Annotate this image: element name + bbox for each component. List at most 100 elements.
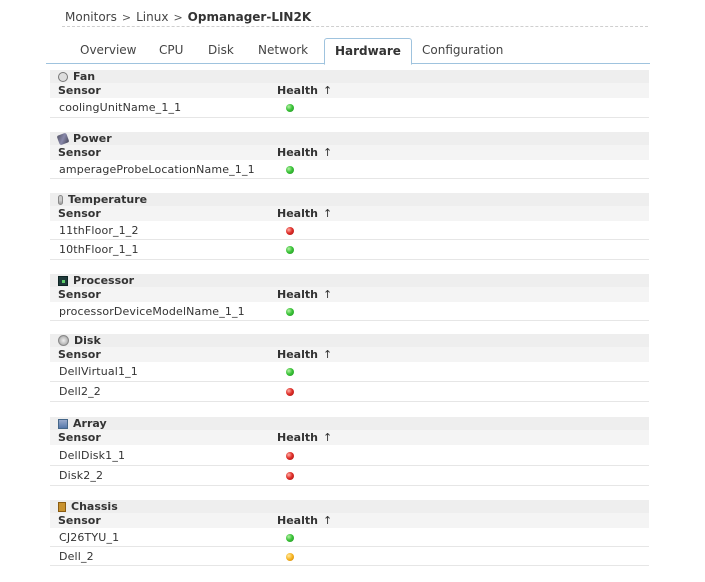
breadcrumb-divider [62,26,648,27]
section-title: Processor [50,274,649,287]
section-title: Array [50,417,649,430]
sensor-name[interactable]: 11thFloor_1_2 [59,224,139,237]
section-title-label: Disk [74,334,101,347]
power-icon [56,132,70,145]
sensor-row: amperageProbeLocationName_1_1 [50,160,649,179]
section-array: Array Sensor Health ↑ DellDisk1_1 Disk2_2 [50,417,649,486]
sensor-column-header[interactable]: Sensor [58,514,101,527]
sensor-name[interactable]: amperageProbeLocationName_1_1 [59,163,255,176]
sensor-row: coolingUnitName_1_1 [50,98,649,118]
column-header-row: Sensor Health ↑ [50,145,649,160]
sort-ascending-icon: ↑ [322,84,333,97]
section-title: Disk [50,334,649,347]
sort-ascending-icon: ↑ [322,288,333,301]
column-header-row: Sensor Health ↑ [50,513,649,528]
breadcrumb-linux[interactable]: Linux [136,10,168,24]
sensor-column-header[interactable]: Sensor [58,288,101,301]
health-green-icon [286,368,294,376]
sensor-column-header[interactable]: Sensor [58,207,101,220]
sensor-name[interactable]: 10thFloor_1_1 [59,243,139,256]
section-title-label: Temperature [68,193,148,206]
section-title: Temperature [50,193,649,206]
sensor-name[interactable]: Dell_2 [59,550,94,563]
column-header-row: Sensor Health ↑ [50,347,649,362]
section-title-label: Chassis [71,500,118,513]
fan-icon [58,71,68,82]
health-column-header[interactable]: Health ↑ [277,514,332,527]
sensor-row: DellDisk1_1 [50,445,649,466]
section-chassis: Chassis Sensor Health ↑ CJ26TYU_1 Dell_2 [50,500,649,566]
health-column-label: Health [277,207,318,220]
tab-configuration[interactable]: Configuration [422,43,503,64]
sort-ascending-icon: ↑ [322,348,333,361]
breadcrumb-separator: > [173,11,183,24]
section-title-label: Processor [73,274,135,287]
health-column-label: Health [277,288,318,301]
sort-ascending-icon: ↑ [322,431,333,444]
health-green-icon [286,246,294,254]
section-title: Fan [50,70,649,83]
sensor-name[interactable]: CJ26TYU_1 [59,531,119,544]
sensor-name[interactable]: DellVirtual1_1 [59,365,138,378]
section-power: Power Sensor Health ↑ amperageProbeLocationN… [50,132,649,179]
sensor-name[interactable]: coolingUnitName_1_1 [59,101,181,114]
health-column-label: Health [277,146,318,159]
health-column-label: Health [277,431,318,444]
tab-hardware[interactable]: Hardware [324,38,412,65]
health-orange-icon [286,553,294,561]
sensor-row: Disk2_2 [50,466,649,486]
sensor-row: 10thFloor_1_1 [50,240,649,260]
health-column-header[interactable]: Health ↑ [277,288,332,301]
array-icon [58,418,68,429]
health-green-icon [286,308,294,316]
column-header-row: Sensor Health ↑ [50,430,649,445]
sensor-row: CJ26TYU_1 [50,528,649,547]
sort-ascending-icon: ↑ [322,146,333,159]
sensor-row: DellVirtual1_1 [50,362,649,382]
tab-cpu[interactable]: CPU [159,43,183,64]
section-title-label: Power [73,132,112,145]
tab-bar: Overview CPU Disk Network Hardware Confi… [46,38,650,65]
health-red-icon [286,388,294,396]
sort-ascending-icon: ↑ [322,514,333,527]
sensor-column-header[interactable]: Sensor [58,431,101,444]
health-green-icon [286,166,294,174]
section-title-label: Fan [73,70,96,83]
sensor-column-header[interactable]: Sensor [58,84,101,97]
health-column-label: Health [277,348,318,361]
section-title-label: Array [73,417,107,430]
column-header-row: Sensor Health ↑ [50,287,649,302]
health-red-icon [286,227,294,235]
breadcrumb-current: Opmanager-LIN2K [187,10,312,24]
health-green-icon [286,104,294,112]
tab-overview[interactable]: Overview [80,43,137,64]
breadcrumb-separator: > [121,11,132,24]
sensor-name[interactable]: processorDeviceModelName_1_1 [59,305,245,318]
sort-ascending-icon: ↑ [322,207,333,220]
health-column-label: Health [277,514,318,527]
breadcrumb: Monitors > Linux > Opmanager-LIN2K [65,10,311,26]
health-column-header[interactable]: Health ↑ [277,348,332,361]
section-title: Chassis [50,500,649,513]
health-green-icon [286,534,294,542]
section-fan: Fan Sensor Health ↑ coolingUnitName_1_1 [50,70,649,118]
health-red-icon [286,452,294,460]
health-column-header[interactable]: Health ↑ [277,207,332,220]
health-column-label: Health [277,84,318,97]
tab-disk[interactable]: Disk [208,43,234,64]
sensor-column-header[interactable]: Sensor [58,348,101,361]
section-temperature: Temperature Sensor Health ↑ 11thFloor_1_2 10t… [50,193,649,260]
health-red-icon [286,472,294,480]
health-column-header[interactable]: Health ↑ [277,146,332,159]
column-header-row: Sensor Health ↑ [50,206,649,221]
health-column-header[interactable]: Health ↑ [277,84,332,97]
sensor-name[interactable]: Disk2_2 [59,469,103,482]
breadcrumb-monitors[interactable]: Monitors [65,10,117,24]
tab-network[interactable]: Network [258,43,308,64]
section-title: Power [50,132,649,145]
sensor-row: Dell2_2 [50,382,649,402]
sensor-name[interactable]: Dell2_2 [59,385,101,398]
sensor-name[interactable]: DellDisk1_1 [59,449,125,462]
sensor-column-header[interactable]: Sensor [58,146,101,159]
health-column-header[interactable]: Health ↑ [277,431,332,444]
